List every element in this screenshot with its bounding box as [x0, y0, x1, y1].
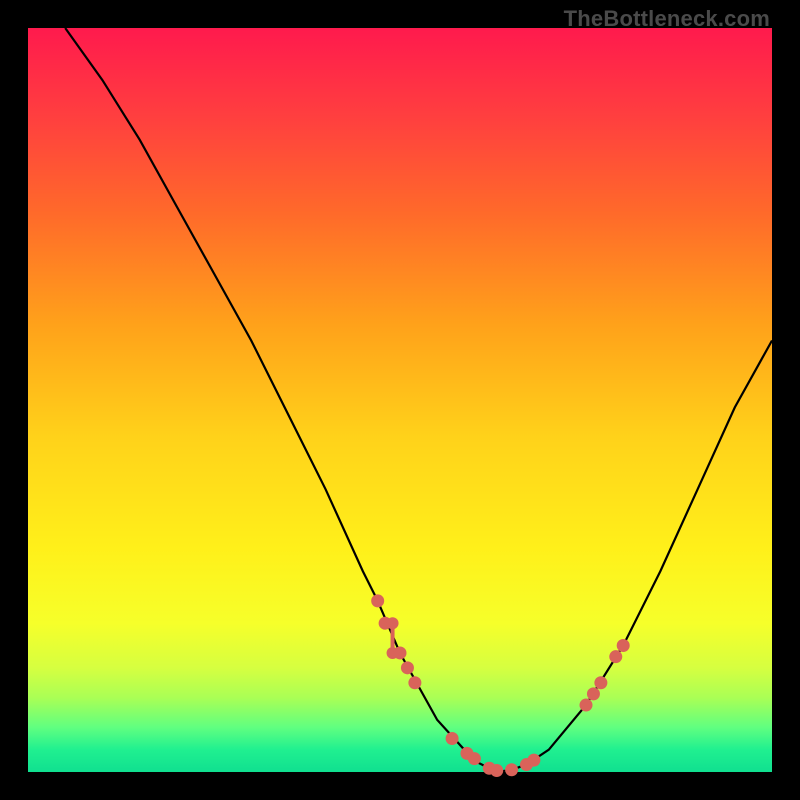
marker-dot — [617, 639, 630, 652]
marker-dot — [371, 594, 384, 607]
marker-dot — [527, 754, 540, 767]
data-markers — [371, 594, 630, 777]
chart-svg — [28, 28, 772, 772]
bottleneck-curve — [65, 28, 772, 772]
marker-dot — [401, 661, 414, 674]
marker-dot — [609, 650, 622, 663]
marker-dot — [394, 646, 407, 659]
marker-dot — [446, 732, 459, 745]
marker-dot — [587, 687, 600, 700]
marker-dot — [594, 676, 607, 689]
marker-dot — [468, 752, 481, 765]
marker-dot — [387, 617, 399, 629]
marker-dot — [505, 763, 518, 776]
marker-dot — [408, 676, 421, 689]
marker-dot — [580, 699, 593, 712]
marker-dot — [490, 764, 503, 777]
